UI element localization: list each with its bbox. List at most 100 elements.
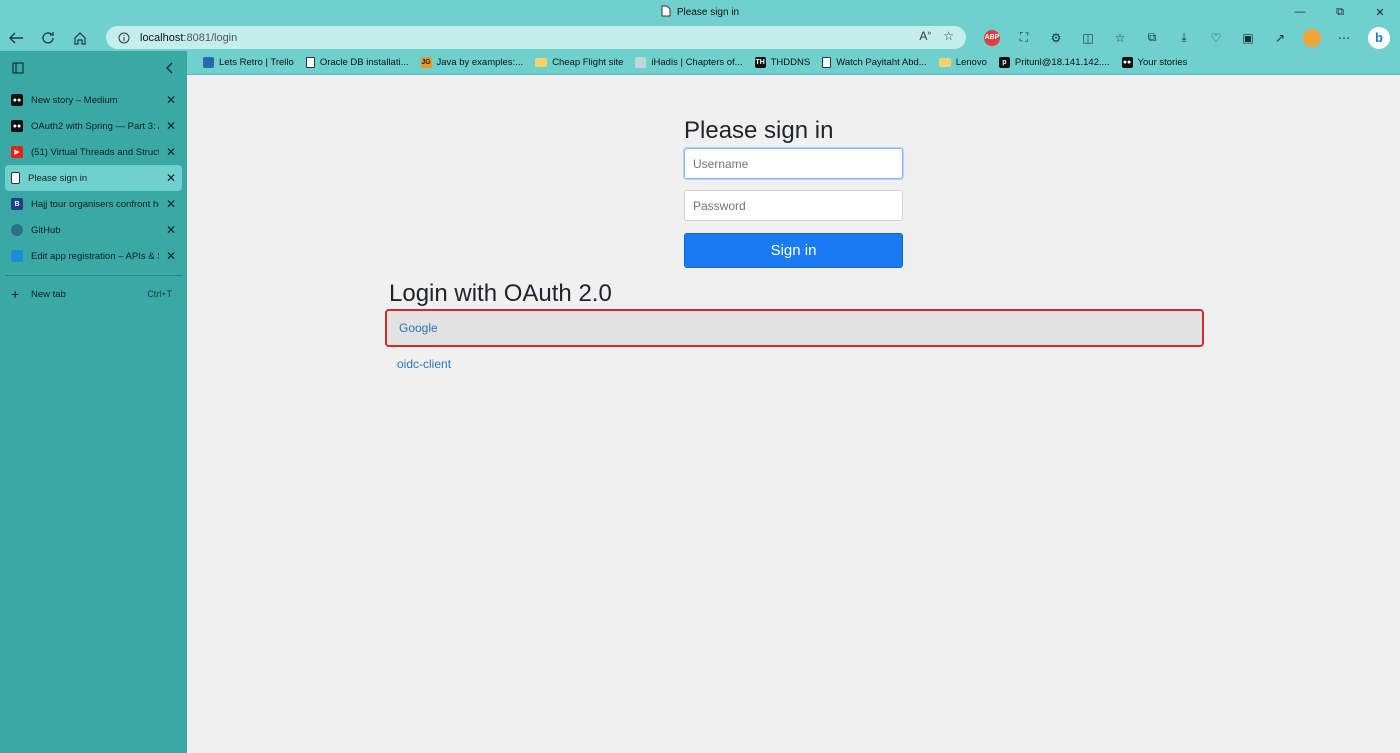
bookmark-item[interactable]: Lenovo (933, 57, 993, 68)
medium-icon: ●● (11, 94, 23, 106)
back-button[interactable] (0, 24, 32, 51)
restore-button[interactable]: ⧉ (1320, 0, 1360, 24)
collapse-sidebar-icon[interactable] (165, 62, 175, 77)
close-tab-icon[interactable]: ✕ (166, 171, 176, 185)
th-icon: TH (754, 57, 766, 68)
tab-github[interactable]: GitHub ✕ (5, 217, 182, 243)
bookmark-label: Pritunl@18.141.142.... (1014, 57, 1110, 68)
bookmark-item[interactable]: p Pritunl@18.141.142.... (993, 57, 1116, 68)
tab-edit-app-registration[interactable]: Edit app registration – APIs & Serv ✕ (5, 243, 182, 269)
tab-oauth2-spring[interactable]: ●● OAuth2 with Spring — Part 3: Aut ✕ (5, 113, 182, 139)
sign-in-button[interactable]: Sign in (684, 233, 903, 268)
bookmark-label: iHadis | Chapters of... (651, 57, 743, 68)
bookmark-label: Oracle DB installati... (319, 57, 409, 68)
oauth-provider-oidc-client[interactable]: oidc-client (385, 345, 1204, 383)
bing-copilot-icon[interactable]: b (1368, 26, 1390, 49)
tab-label: Please sign in (28, 172, 88, 184)
favorite-star-icon[interactable]: ☆ (943, 29, 954, 43)
tab-new-story-medium[interactable]: ●● New story – Medium ✕ (5, 87, 182, 113)
favorites-icon[interactable]: ☆ (1104, 24, 1136, 51)
folder-icon (535, 58, 548, 67)
bookmarks-bar: Lets Retro | Trello Oracle DB installati… (187, 51, 1400, 75)
oauth-section-title: Login with OAuth 2.0 (389, 280, 612, 307)
sidebar-apps-icon[interactable]: ▣ (1232, 24, 1264, 51)
more-menu-icon[interactable]: ⋯ (1328, 24, 1360, 51)
bookmark-item[interactable]: iHadis | Chapters of... (629, 57, 748, 68)
address-bar-actions: A» ☆ (919, 29, 954, 43)
pritunl-icon: p (998, 57, 1010, 68)
bookmark-item[interactable]: Watch Payitaht Abd... (816, 57, 932, 68)
refresh-button[interactable] (32, 24, 64, 51)
folder-icon (938, 58, 951, 67)
plus-icon: + (11, 286, 20, 302)
tab-label: Hajj tour organisers confront hefty (31, 198, 159, 210)
tab-label: OAuth2 with Spring — Part 3: Aut (31, 120, 159, 132)
split-screen-icon[interactable]: ◫ (1072, 24, 1104, 51)
collections-icon[interactable]: ⧉ (1136, 24, 1168, 51)
tab-label: (51) Virtual Threads and Structure (31, 146, 159, 158)
bookmark-label: Lenovo (955, 57, 987, 68)
address-bar[interactable]: localhost:8081/login A» ☆ (106, 26, 966, 49)
github-icon (11, 224, 23, 236)
close-tab-icon[interactable]: ✕ (166, 93, 176, 107)
bookmark-item[interactable]: ●● Your stories (1116, 57, 1194, 68)
medium-icon: ●● (1121, 57, 1133, 68)
tab-hajj-tour[interactable]: B Hajj tour organisers confront hefty ✕ (5, 191, 182, 217)
bookmark-label: Lets Retro | Trello (219, 57, 294, 68)
window-title-text: Please sign in (676, 6, 740, 18)
screenshot-extension-icon[interactable]: ⛶ (1008, 24, 1040, 51)
bookmark-item[interactable]: Cheap Flight site (529, 57, 629, 68)
ihadis-icon (635, 57, 647, 68)
home-button[interactable] (64, 24, 96, 51)
toolbar-icons: ABP ⛶ ⚙ ◫ ☆ ⧉ ⤓ ♡ ▣ ↗ ⋯ b (976, 24, 1390, 51)
close-tab-icon[interactable]: ✕ (166, 197, 176, 211)
sidebar-divider (5, 275, 182, 276)
info-icon[interactable] (118, 32, 130, 44)
refresh-icon (42, 31, 54, 44)
minimize-button[interactable]: — (1280, 0, 1320, 24)
profile-avatar-icon[interactable] (1303, 28, 1321, 47)
back-arrow-icon (9, 32, 23, 43)
close-tab-icon[interactable]: ✕ (166, 145, 176, 159)
title-bar: Please sign in — ⧉ ✕ (0, 0, 1400, 24)
tab-label: Edit app registration – APIs & Serv (31, 250, 159, 262)
performance-icon[interactable]: ♡ (1200, 24, 1232, 51)
extensions-icon[interactable]: ⚙ (1040, 24, 1072, 51)
java-icon: JG (420, 57, 432, 68)
window-controls: — ⧉ ✕ (1280, 0, 1400, 24)
password-input[interactable] (684, 190, 903, 221)
bookmark-label: Cheap Flight site (552, 57, 624, 68)
new-tab-label: New tab (31, 288, 66, 300)
username-input[interactable] (684, 148, 903, 179)
tab-actions-icon[interactable] (12, 61, 24, 77)
page-icon (305, 57, 315, 68)
new-tab-shortcut: Ctrl+T (147, 289, 172, 299)
close-tab-icon[interactable]: ✕ (166, 119, 176, 133)
downloads-icon[interactable]: ⤓ (1168, 24, 1200, 51)
home-icon (74, 31, 86, 45)
share-icon[interactable]: ↗ (1264, 24, 1296, 51)
bookmark-item[interactable]: JG Java by examples:... (415, 57, 530, 68)
tab-label: New story – Medium (31, 94, 118, 106)
tab-virtual-threads[interactable]: ▶ (51) Virtual Threads and Structure ✕ (5, 139, 182, 165)
vertical-tabs-sidebar: ●● New story – Medium ✕ ●● OAuth2 with S… (0, 51, 187, 753)
close-tab-icon[interactable]: ✕ (166, 249, 176, 263)
news-icon: B (11, 198, 23, 210)
trello-icon (203, 57, 214, 68)
close-tab-icon[interactable]: ✕ (166, 223, 176, 237)
bookmark-item[interactable]: Lets Retro | Trello (197, 57, 300, 68)
url-text[interactable]: localhost:8081/login (140, 32, 237, 44)
bookmark-item[interactable]: Oracle DB installati... (300, 57, 415, 68)
medium-icon: ●● (11, 120, 23, 132)
adblock-extension-icon[interactable]: ABP (984, 29, 1000, 46)
tab-please-sign-in[interactable]: Please sign in ✕ (5, 165, 182, 191)
read-aloud-icon[interactable]: A» (919, 29, 931, 43)
oauth-provider-google[interactable]: Google (385, 309, 1204, 347)
url-host: localhost (140, 31, 184, 44)
page-icon (11, 172, 20, 184)
bookmark-item[interactable]: TH THDDNS (749, 57, 817, 68)
close-window-button[interactable]: ✕ (1360, 0, 1400, 24)
new-tab-button[interactable]: + New tab Ctrl+T (5, 282, 182, 306)
url-path: :8081/login (183, 31, 238, 44)
page-icon (661, 5, 671, 20)
